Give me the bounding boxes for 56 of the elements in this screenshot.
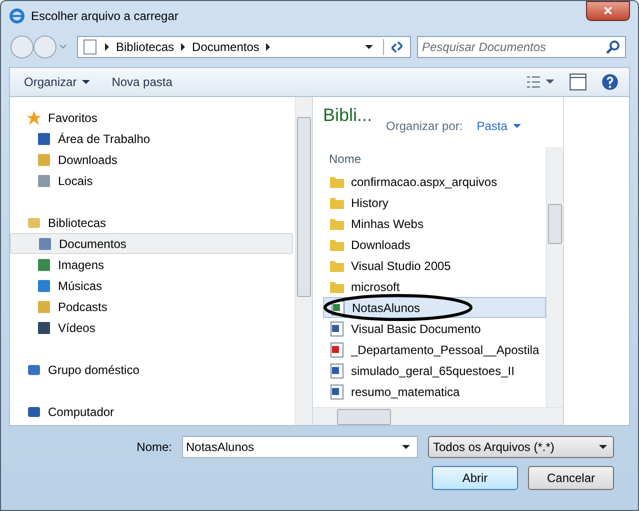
breadcrumb[interactable]: Bibliotecas xyxy=(116,40,174,54)
breadcrumb[interactable]: Documentos xyxy=(192,40,260,54)
file-row[interactable]: simulado_geral_65questoes_II xyxy=(323,360,546,381)
column-header[interactable]: Nome xyxy=(323,147,546,171)
sidebar-section[interactable]: Bibliotecas xyxy=(10,212,295,233)
arrange-dropdown[interactable]: Pasta xyxy=(476,105,522,133)
file-icon xyxy=(329,342,345,358)
file-row[interactable]: Minhas Webs xyxy=(323,213,546,234)
chevron-icon xyxy=(181,43,186,51)
sidebar-item[interactable]: Locais xyxy=(10,170,293,191)
file-type-dropdown[interactable]: Todos os Arquivos (*.*) xyxy=(428,436,614,458)
dropdown-icon[interactable] xyxy=(402,445,410,449)
sidebar-section[interactable]: Grupo doméstico xyxy=(10,359,295,380)
sidebar-item[interactable]: Podcasts xyxy=(10,296,293,317)
sidebar-section[interactable]: Favoritos xyxy=(10,107,295,128)
address-bar[interactable]: Bibliotecas Documentos xyxy=(77,36,411,58)
search-icon xyxy=(605,39,621,55)
filename-label: Nome: xyxy=(136,440,172,454)
scrollbar[interactable] xyxy=(295,97,312,425)
file-row[interactable]: Downloads xyxy=(323,234,546,255)
file-row[interactable]: confirmacao.aspx_arquivos xyxy=(323,171,546,192)
sidebar-item[interactable]: Área de Trabalho xyxy=(10,128,293,149)
file-icon xyxy=(329,384,345,400)
sidebar-item[interactable]: Downloads xyxy=(10,149,293,170)
chevron-icon xyxy=(105,43,109,51)
library-title: Bibli... xyxy=(323,105,372,126)
scrollbar[interactable] xyxy=(546,147,563,407)
sidebar-item[interactable]: Vídeos xyxy=(10,317,293,338)
sidebar-item[interactable]: Músicas xyxy=(10,275,293,296)
file-icon xyxy=(329,320,345,336)
globe-icon xyxy=(9,8,25,24)
file-row[interactable]: _Departamento_Pessoal__Apostila xyxy=(323,339,546,360)
file-icon xyxy=(329,362,345,378)
star-icon xyxy=(26,110,42,126)
sidebar-item[interactable]: Imagens xyxy=(10,254,293,275)
window-title: Escolher arquivo a carregar xyxy=(31,9,178,23)
help-icon[interactable] xyxy=(601,73,619,91)
file-row[interactable]: resumo_matematica xyxy=(323,381,546,402)
chevron-icon xyxy=(266,43,270,51)
filename-field[interactable]: NotasAlunos xyxy=(182,436,418,458)
preview-pane-icon[interactable] xyxy=(569,73,587,91)
organize-button[interactable]: Organizar xyxy=(20,73,94,91)
new-folder-button[interactable]: Nova pasta xyxy=(108,73,176,91)
file-row[interactable]: Visual Basic Documento xyxy=(323,318,546,339)
dropdown-icon[interactable] xyxy=(365,45,373,49)
sidebar-item[interactable]: Documentos xyxy=(10,233,293,254)
file-row[interactable]: microsoft xyxy=(323,276,546,297)
arrange-label: Organizar por: xyxy=(386,118,463,133)
open-button[interactable]: Abrir xyxy=(432,466,518,490)
horizontal-scrollbar[interactable] xyxy=(313,407,563,425)
sidebar-section[interactable]: Computador xyxy=(10,401,295,422)
search-field[interactable]: Pesquisar Documentos xyxy=(417,36,626,58)
cancel-button[interactable]: Cancelar xyxy=(528,466,614,490)
file-row[interactable]: Visual Studio 2005 xyxy=(323,255,546,276)
file-row[interactable]: History xyxy=(323,192,546,213)
view-list-icon[interactable] xyxy=(525,74,555,90)
